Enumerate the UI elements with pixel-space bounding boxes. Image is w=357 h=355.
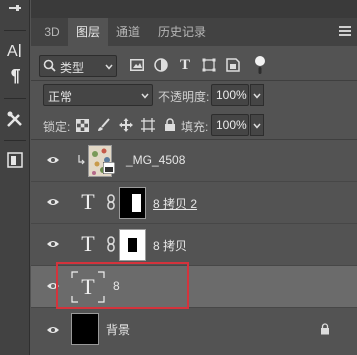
layers-list: _MG_4508 T 8 拷贝 2 T 8 拷贝 T 8 背景	[31, 140, 357, 355]
lock-label: 锁定:	[43, 120, 71, 134]
shape-filter-icon[interactable]	[201, 57, 217, 73]
layer-row[interactable]: T 8 拷贝 2	[31, 182, 357, 224]
character-icon[interactable]: A	[3, 38, 27, 62]
tab-channels[interactable]: 通道	[109, 18, 147, 46]
layer-name: 8 拷贝 2	[153, 197, 198, 211]
layer-row-selected[interactable]: T 8	[31, 266, 357, 308]
text-layer-icon: T	[81, 189, 95, 214]
smart-object-filter-icon[interactable]	[225, 57, 241, 73]
fill-label: 填充:	[181, 120, 209, 134]
adjustment-filter-icon[interactable]	[153, 57, 169, 73]
panel-menu-icon[interactable]	[339, 26, 351, 37]
panel-tabs: 3D 图层 通道 历史记录	[31, 18, 357, 46]
pixel-filter-icon[interactable]	[129, 57, 145, 73]
blend-mode-value: 正常	[48, 90, 73, 104]
chevron-down-icon	[105, 64, 113, 70]
eye-icon[interactable]	[46, 196, 60, 208]
paragraph-icon[interactable]	[3, 64, 27, 88]
lock-transparent-icon[interactable]	[74, 117, 90, 133]
opacity-dropdown[interactable]	[250, 84, 264, 106]
eye-icon[interactable]	[46, 154, 60, 166]
text-layer-icon: T	[81, 231, 95, 256]
panel-header-bar	[31, 0, 357, 18]
svg-text:A: A	[7, 43, 18, 59]
tools-preset-icon[interactable]	[3, 108, 27, 132]
background-thumbnail	[71, 313, 99, 345]
fill-value: 100%	[216, 118, 247, 132]
chevron-down-icon	[253, 93, 261, 99]
layer-name: 8 拷贝	[153, 239, 188, 253]
lock-icon[interactable]	[320, 323, 330, 335]
layer-filter-row: 类型 T	[31, 52, 357, 80]
opacity-input[interactable]: 100%	[211, 84, 249, 106]
lock-row: 锁定: 填充: 100%	[31, 112, 357, 138]
opacity-label: 不透明度:	[158, 90, 210, 104]
filter-kind-select[interactable]: 类型	[39, 55, 117, 77]
layers-panel: 3D 图层 通道 历史记录 类型 T 正常 不透明度: 100% 锁定: 填充:…	[31, 0, 357, 355]
adjust-icon[interactable]	[3, 0, 27, 24]
smart-object-badge-icon	[103, 162, 115, 174]
eye-icon[interactable]	[46, 324, 60, 336]
layer-name: 8	[113, 279, 120, 293]
text-layer-thumbnail: T	[71, 271, 105, 303]
filter-toggle[interactable]	[254, 55, 266, 77]
opacity-value: 100%	[216, 88, 247, 102]
layer-name: 背景	[106, 323, 131, 337]
layer-row[interactable]: T 8 拷贝	[31, 224, 357, 266]
clipping-arrow-icon	[78, 155, 85, 165]
tab-layers[interactable]: 图层	[68, 18, 108, 46]
fill-dropdown[interactable]	[250, 114, 264, 136]
chevron-down-icon	[141, 93, 149, 99]
tab-history[interactable]: 历史记录	[149, 18, 215, 46]
properties-icon[interactable]	[3, 148, 27, 172]
type-filter-icon[interactable]: T	[177, 57, 193, 73]
layer-mask-thumbnail[interactable]	[119, 187, 146, 219]
lock-artboard-icon[interactable]	[140, 117, 156, 133]
text-layer-icon: T	[81, 274, 95, 299]
lock-all-icon[interactable]	[162, 117, 178, 133]
lock-pixels-icon[interactable]	[96, 117, 112, 133]
tab-3d[interactable]: 3D	[37, 18, 67, 46]
link-icon[interactable]	[106, 194, 116, 210]
layer-row[interactable]: 背景	[31, 308, 357, 355]
filter-kind-label: 类型	[60, 61, 85, 75]
fill-input[interactable]: 100%	[211, 114, 249, 136]
lock-position-icon[interactable]	[118, 117, 134, 133]
eye-icon[interactable]	[46, 280, 60, 292]
chevron-down-icon	[253, 123, 261, 129]
layer-mask-thumbnail[interactable]	[119, 229, 146, 261]
blend-mode-select[interactable]: 正常	[43, 84, 153, 106]
link-icon[interactable]	[106, 236, 116, 252]
tools-toolbar: A	[0, 0, 30, 355]
eye-icon[interactable]	[46, 238, 60, 250]
blend-row: 正常 不透明度: 100%	[31, 82, 357, 108]
layer-name: _MG_4508	[126, 153, 186, 167]
layer-row[interactable]: _MG_4508	[31, 140, 357, 182]
search-icon	[43, 59, 56, 72]
